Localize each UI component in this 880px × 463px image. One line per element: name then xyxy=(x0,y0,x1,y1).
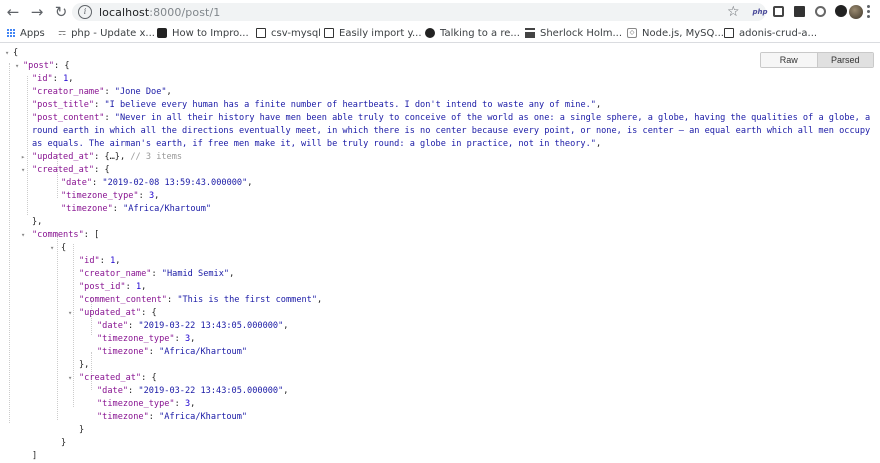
browser-menu-icon[interactable] xyxy=(867,5,871,18)
bookmark-label: Apps xyxy=(20,27,45,39)
json-line-post-content: "post_content": "Never in all their hist… xyxy=(32,113,871,149)
bookmarks-bar: Apps ⚎ php - Update x... How to Impro...… xyxy=(0,24,880,43)
json-line: }, xyxy=(32,217,43,227)
bookmark-how-to-improve[interactable]: How to Impro... xyxy=(157,26,249,40)
page-favicon-icon xyxy=(157,28,167,38)
json-line: "post_title": "I believe every human has… xyxy=(32,100,602,110)
json-line: ▾ "post": { xyxy=(15,60,70,73)
collapse-triangle-icon[interactable]: ▾ xyxy=(15,60,23,73)
json-line: "date": "2019-02-08 13:59:43.000000", xyxy=(61,178,253,188)
hat-favicon-icon xyxy=(525,28,535,38)
json-line: "comment_content": "This is the first co… xyxy=(79,295,323,305)
json-line: ▾{ xyxy=(50,242,67,255)
site-info-icon[interactable]: i xyxy=(78,5,92,19)
json-line: } xyxy=(61,438,67,448)
json-line: ▾ "updated_at": { xyxy=(68,307,157,320)
github-icon xyxy=(425,28,435,38)
json-line: ▾ "created_at": { xyxy=(21,164,110,177)
json-line: "timezone_type": 3, xyxy=(97,334,196,344)
collapse-triangle-icon[interactable]: ▾ xyxy=(5,47,13,60)
json-line: "timezone_type": 3, xyxy=(97,399,196,409)
json-line: ▾ "created_at": { xyxy=(68,372,157,385)
json-line: "timezone": "Africa/Khartoum" xyxy=(61,204,212,214)
bookmark-nodejs-mysql[interactable]: ◇ Node.js, MySQ... xyxy=(627,26,724,40)
php-favicon-icon: ⚎ xyxy=(58,28,67,38)
json-line: "post_id": 1, xyxy=(79,282,147,292)
forward-arrow-icon[interactable]: → xyxy=(27,2,47,22)
bookmark-label: adonis-crud-a... xyxy=(739,27,818,39)
doc-favicon-icon xyxy=(724,28,734,38)
json-line: ] xyxy=(32,451,38,461)
bookmark-label: Easily import y... xyxy=(339,27,422,39)
browser-toolbar: ← → ↻ i localhost:8000/post/1 ☆ php xyxy=(0,0,880,24)
profile-avatar[interactable] xyxy=(849,5,863,19)
json-line: "timezone_type": 3, xyxy=(61,191,160,201)
collapse-triangle-icon[interactable]: ▾ xyxy=(68,372,79,385)
json-line: "creator_name": "Jone Doe", xyxy=(32,87,172,97)
extension-icon[interactable] xyxy=(794,6,805,17)
bookmark-star-icon[interactable]: ☆ xyxy=(727,4,740,20)
json-tree: ▾{ ▾ "post": { "id": 1, "creator_name": "… xyxy=(5,47,880,463)
bookmark-label: Node.js, MySQ... xyxy=(642,27,724,39)
bookmark-php-update[interactable]: ⚎ php - Update x... xyxy=(58,26,155,40)
node-favicon-icon: ◇ xyxy=(627,28,637,38)
bookmark-label: How to Impro... xyxy=(172,27,249,39)
collapse-triangle-icon[interactable]: ▾ xyxy=(68,307,79,320)
extension-circle-icon[interactable] xyxy=(815,6,826,17)
json-line: "timezone": "Africa/Khartoum" xyxy=(97,412,248,422)
doc-favicon-icon xyxy=(256,28,266,38)
bookmark-label: Talking to a re... xyxy=(440,27,520,39)
address-bar[interactable]: i localhost:8000/post/1 xyxy=(72,3,766,21)
collapse-triangle-icon[interactable]: ▾ xyxy=(21,229,32,242)
bookmark-label: php - Update x... xyxy=(71,27,155,39)
php-extension-icon[interactable]: php xyxy=(752,5,768,19)
bookmark-extension-icon[interactable] xyxy=(773,6,784,17)
bookmark-label: csv-mysql xyxy=(271,27,321,39)
json-line: "date": "2019-03-22 13:43:05.000000", xyxy=(97,386,289,396)
bookmark-label: Sherlock Holm... xyxy=(540,27,623,39)
json-line: ▾ "comments": [ xyxy=(21,229,100,242)
json-line: "id": 1, xyxy=(79,256,121,266)
json-line: }, xyxy=(79,360,90,370)
apps-grid-icon xyxy=(7,29,15,37)
bookmark-csv-mysql[interactable]: csv-mysql xyxy=(256,26,321,40)
collapse-triangle-icon[interactable]: ▾ xyxy=(21,164,32,177)
expand-triangle-icon[interactable]: ▸ xyxy=(21,151,32,164)
json-line: ▾{ xyxy=(5,47,19,60)
json-line: "timezone": "Africa/Khartoum" xyxy=(97,347,248,357)
collapse-triangle-icon[interactable]: ▾ xyxy=(50,242,61,255)
json-line: ▸ "updated_at": {…}, // 3 items xyxy=(21,151,183,164)
bookmark-easily-import[interactable]: Easily import y... xyxy=(324,26,422,40)
github-extension-icon[interactable] xyxy=(835,5,847,17)
json-viewer: Raw Parsed ▾{ ▾ "post": { "id": 1, "creat… xyxy=(0,43,880,461)
bookmark-sherlock-holmes[interactable]: Sherlock Holm... xyxy=(525,26,622,40)
doc-favicon-icon xyxy=(324,28,334,38)
back-arrow-icon[interactable]: ← xyxy=(3,2,23,22)
bookmark-apps[interactable]: Apps xyxy=(7,26,45,40)
json-line: "date": "2019-03-22 13:43:05.000000", xyxy=(97,321,289,331)
bookmark-talking-to-a-re[interactable]: Talking to a re... xyxy=(425,26,520,40)
json-line: "id": 1, xyxy=(32,74,74,84)
reload-icon[interactable]: ↻ xyxy=(51,2,71,22)
url-text[interactable]: localhost:8000/post/1 xyxy=(99,6,220,19)
bookmark-adonis-crud[interactable]: adonis-crud-a... xyxy=(724,26,817,40)
json-line: "creator_name": "Hamid Semix", xyxy=(79,269,235,279)
